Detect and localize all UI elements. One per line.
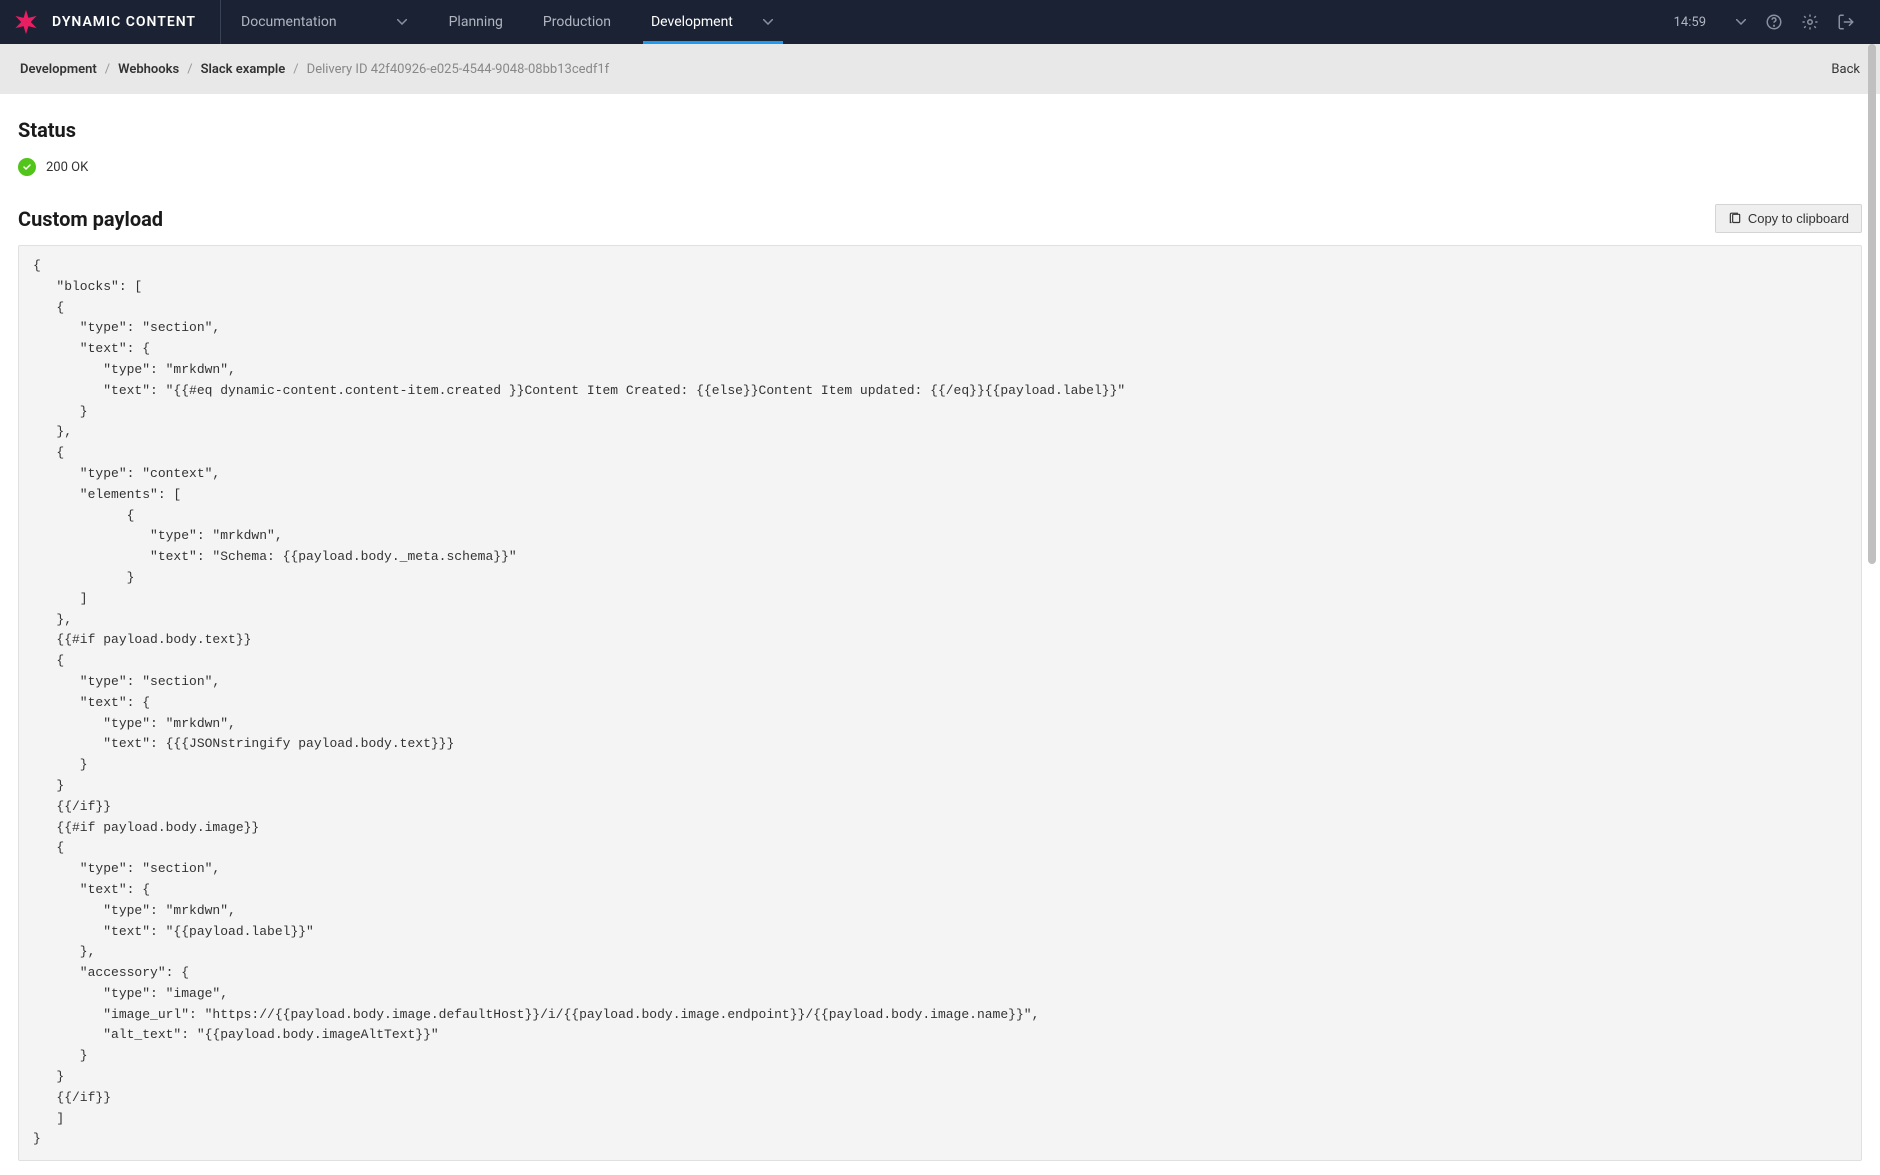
custom-payload-code[interactable]: { "blocks": [ { "type": "section", "text… — [18, 245, 1862, 1161]
breadcrumb-bar: Development / Webhooks / Slack example /… — [0, 44, 1880, 94]
logo-icon — [12, 8, 40, 36]
scrollbar[interactable] — [1868, 44, 1876, 564]
gear-icon[interactable] — [1792, 4, 1828, 40]
check-circle-icon — [18, 158, 36, 176]
copy-label: Copy to clipboard — [1748, 211, 1849, 226]
chevron-down-icon — [397, 16, 409, 28]
status-title: Status — [18, 118, 1862, 142]
copy-to-clipboard-button[interactable]: Copy to clipboard — [1715, 204, 1862, 233]
logout-icon[interactable] — [1828, 4, 1864, 40]
nav-documentation[interactable]: Documentation — [221, 0, 429, 44]
chevron-down-icon[interactable] — [1736, 16, 1748, 28]
breadcrumb-development[interactable]: Development — [20, 62, 97, 77]
chevron-down-icon — [763, 16, 775, 28]
back-link[interactable]: Back — [1831, 62, 1860, 77]
status-row: 200 OK — [18, 158, 1862, 176]
logo-container: DYNAMIC CONTENT — [0, 0, 221, 44]
time-display: 14:59 — [1666, 15, 1756, 30]
nav-development[interactable]: Development — [631, 0, 795, 44]
logo-text: DYNAMIC CONTENT — [52, 14, 196, 30]
breadcrumb-slack-example[interactable]: Slack example — [201, 62, 286, 77]
nav-label: Production — [543, 14, 611, 30]
nav-label: Documentation — [241, 14, 337, 30]
nav-label: Development — [651, 14, 733, 30]
topbar: DYNAMIC CONTENT Documentation Planning P… — [0, 0, 1880, 44]
main-content: Status 200 OK Custom payload Copy to cli… — [0, 94, 1880, 1175]
breadcrumb-delivery-id: Delivery ID 42f40926-e025-4544-9048-08bb… — [307, 62, 610, 77]
breadcrumb-sep: / — [293, 62, 298, 77]
breadcrumb-sep: / — [187, 62, 192, 77]
breadcrumb-webhooks[interactable]: Webhooks — [118, 62, 179, 77]
payload-header: Custom payload Copy to clipboard — [18, 204, 1862, 233]
status-text: 200 OK — [46, 160, 88, 175]
nav-planning[interactable]: Planning — [429, 0, 523, 44]
help-icon[interactable] — [1756, 4, 1792, 40]
clipboard-icon — [1728, 212, 1742, 226]
payload-title: Custom payload — [18, 207, 163, 231]
nav-label: Planning — [449, 14, 503, 30]
nav-production[interactable]: Production — [523, 0, 631, 44]
time-value: 14:59 — [1674, 15, 1706, 30]
breadcrumb-sep: / — [105, 62, 110, 77]
